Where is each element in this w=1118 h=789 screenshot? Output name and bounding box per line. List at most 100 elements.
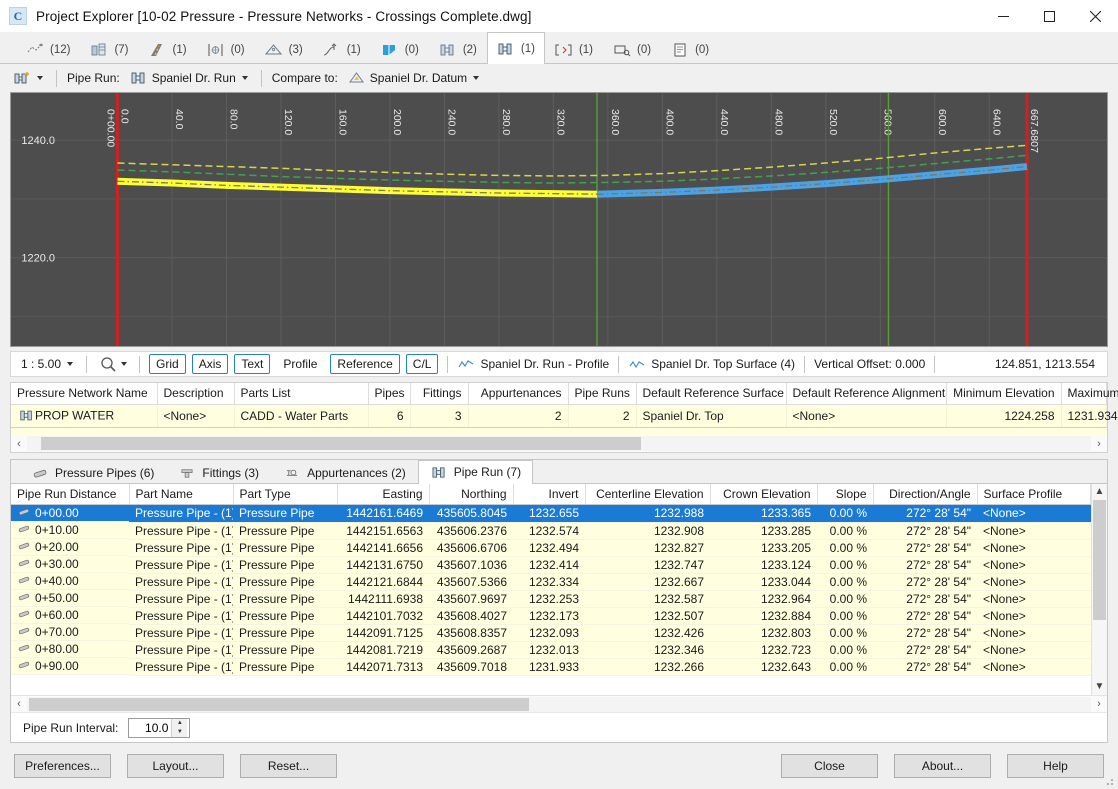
col-surface-profile[interactable]: Surface Profile	[977, 483, 1091, 505]
table-row[interactable]: 0+10.00 Pressure Pipe - (1) Pressure Pipe 1…	[11, 522, 1091, 540]
col-maximum-elevation[interactable]: Maximum Elevation	[1061, 383, 1118, 405]
scroll-track[interactable]	[27, 696, 1091, 712]
dialog-footer: Preferences... Layout... Reset... Close …	[0, 743, 1118, 789]
profile-view[interactable]: 0.0 40.0 80.0 120.0 160.0 200.0 240.0 280.0 320.…	[10, 92, 1108, 347]
col-default-reference-alignment[interactable]: Default Reference Alignment	[786, 383, 947, 405]
tab-alignments[interactable]: (3)	[255, 34, 313, 64]
tab-assemblies[interactable]: (0)	[197, 34, 255, 64]
close-button[interactable]	[1072, 0, 1118, 32]
scale-selector[interactable]: 1 : 5.00	[17, 356, 77, 372]
table-row[interactable]: 0+30.00 Pressure Pipe - (1) Pressure Pipe 1…	[11, 556, 1091, 574]
col-fittings[interactable]: Fittings	[410, 383, 469, 405]
tab-view-frames[interactable]: (1)	[545, 34, 603, 64]
table-row[interactable]: 0+20.00 Pressure Pipe - (1) Pressure Pipe 1…	[11, 539, 1091, 557]
tab-pressure-pipes[interactable]: Pressure Pipes (6)	[19, 462, 166, 484]
tab-fittings[interactable]: Fittings (3)	[166, 462, 271, 484]
col-slope[interactable]: Slope	[817, 483, 874, 505]
legend-profile[interactable]: Spaniel Dr. Run - Profile	[457, 356, 609, 372]
pipe-run-toolbar: Pipe Run: Spaniel Dr. Run Compare to: Sp…	[0, 64, 1118, 92]
grid-hscrollbar[interactable]: ‹ ›	[11, 695, 1107, 712]
tab-appurtenances[interactable]: Appurtenances (2)	[271, 462, 418, 484]
col-pipe-runs[interactable]: Pipe Runs	[568, 383, 637, 405]
cell-appurtenances: 2	[468, 404, 569, 427]
col-appurtenances[interactable]: Appurtenances	[468, 383, 569, 405]
scroll-track[interactable]	[27, 436, 1091, 451]
toggle-reference-button[interactable]: Reference	[330, 354, 400, 374]
col-default-reference-surface[interactable]: Default Reference Surface	[636, 383, 787, 405]
table-row[interactable]: 0+40.00 Pressure Pipe - (1) Pressure Pipe 1…	[11, 573, 1091, 591]
preferences-button[interactable]: Preferences...	[14, 754, 111, 778]
col-minimum-elevation[interactable]: Minimum Elevation	[946, 383, 1062, 405]
table-row[interactable]: 0+50.00 Pressure Pipe - (1) Pressure Pipe 1…	[11, 590, 1091, 608]
about-button[interactable]: About...	[894, 754, 991, 778]
tab-pressure-networks[interactable]: (2)	[429, 34, 487, 64]
network-grid-hscrollbar[interactable]: ‹ ›	[10, 435, 1108, 453]
col-easting[interactable]: Easting	[337, 483, 430, 505]
col-part-type[interactable]: Part Type	[233, 483, 338, 505]
col-crown-elevation[interactable]: Crown Elevation	[710, 483, 818, 505]
tab-structures[interactable]: (7)	[80, 34, 138, 64]
table-row[interactable]: PROP WATER <None> CADD - Water Parts 6 3…	[11, 404, 1118, 427]
layout-button[interactable]: Layout...	[127, 754, 224, 778]
tab-reports[interactable]: (0)	[661, 34, 719, 64]
scroll-left-button[interactable]: ‹	[11, 438, 27, 450]
stepper-buttons[interactable]: ▲ ▼	[171, 718, 188, 737]
toggle-axis-button[interactable]: Axis	[191, 354, 229, 374]
new-pipe-run-button[interactable]	[10, 68, 46, 88]
tab-pipe-run[interactable]: Pipe Run (7)	[417, 459, 534, 484]
tab-surfaces[interactable]: (12)	[16, 34, 80, 64]
compare-to-selector[interactable]: Spaniel Dr. Datum	[345, 68, 482, 88]
scroll-thumb[interactable]	[1093, 499, 1106, 620]
scroll-track[interactable]	[1092, 499, 1107, 679]
tab-profiles[interactable]: (1)	[313, 34, 371, 64]
scroll-right-button[interactable]: ›	[1091, 698, 1107, 710]
stepper-up-icon[interactable]: ▲	[172, 718, 188, 728]
toggle-centerline-button[interactable]: C/L	[405, 354, 439, 374]
col-pipes[interactable]: Pipes	[368, 383, 411, 405]
scroll-left-button[interactable]: ‹	[11, 698, 27, 710]
toggle-profile-button[interactable]: Profile	[276, 354, 324, 374]
profile-canvas[interactable]: 0.0 40.0 80.0 120.0 160.0 200.0 240.0 280.0 320.…	[11, 93, 1107, 346]
col-parts-list[interactable]: Parts List	[234, 383, 369, 405]
scroll-right-button[interactable]: ›	[1091, 438, 1107, 450]
grid-vscrollbar[interactable]: ▲ ▼	[1091, 483, 1107, 695]
col-invert[interactable]: Invert	[513, 483, 586, 505]
col-description[interactable]: Description	[157, 383, 235, 405]
maximize-button[interactable]	[1026, 0, 1072, 32]
col-direction-angle[interactable]: Direction/Angle	[873, 483, 978, 505]
col-pressure-network-name[interactable]: Pressure Network Name	[11, 383, 158, 405]
tab-plan-production[interactable]: (0)	[603, 34, 661, 64]
pipe-run-selector[interactable]: Spaniel Dr. Run	[127, 68, 251, 88]
toggle-grid-button[interactable]: Grid	[149, 354, 186, 374]
divider	[618, 355, 620, 373]
col-northing[interactable]: Northing	[429, 483, 514, 505]
scroll-thumb[interactable]	[29, 697, 529, 711]
zoom-button[interactable]	[96, 355, 130, 373]
table-row[interactable]: 0+60.00 Pressure Pipe - (1) Pressure Pipe 1…	[11, 607, 1091, 625]
tab-corridors[interactable]: (1)	[139, 34, 197, 64]
pipe-run-table: Pipe Run Distance Part Name Part Type Ea…	[11, 483, 1091, 676]
toggle-text-button[interactable]: Text	[234, 354, 271, 374]
legend-surface[interactable]: Spaniel Dr. Top Surface (4)	[628, 356, 795, 372]
cell-slope: 0.00 %	[817, 522, 873, 540]
minimize-button[interactable]	[980, 0, 1026, 32]
col-pipe-run-distance[interactable]: Pipe Run Distance	[11, 483, 130, 505]
col-part-name[interactable]: Part Name	[129, 483, 234, 505]
table-row[interactable]: 0+70.00 Pressure Pipe - (1) Pressure Pipe 1…	[11, 624, 1091, 642]
close-dialog-button[interactable]: Close	[781, 754, 878, 778]
stepper-down-icon[interactable]: ▼	[172, 727, 188, 737]
table-row[interactable]: 0+80.00 Pressure Pipe - (1) Pressure Pipe 1…	[11, 641, 1091, 659]
scroll-down-button[interactable]: ▼	[1092, 679, 1107, 695]
table-row[interactable]: 0+90.00 Pressure Pipe - (1) Pressure Pipe 1…	[11, 658, 1091, 676]
reset-button[interactable]: Reset...	[240, 754, 337, 778]
pipe-run-interval-stepper[interactable]: ▲ ▼	[128, 717, 191, 738]
help-button[interactable]: Help	[1007, 754, 1104, 778]
table-row[interactable]: 0+00.00 Pressure Pipe - (1) Pressure Pipe 1…	[11, 504, 1091, 523]
pipe-run-interval-input[interactable]	[129, 719, 172, 736]
resize-grip-icon[interactable]	[1103, 775, 1115, 787]
tab-pipe-runs[interactable]: (1)	[486, 32, 545, 64]
scroll-up-button[interactable]: ▲	[1092, 484, 1107, 500]
scroll-thumb[interactable]	[41, 437, 641, 450]
col-centerline-elevation[interactable]: Centerline Elevation	[585, 483, 711, 505]
tab-sections[interactable]: (0)	[371, 34, 429, 64]
